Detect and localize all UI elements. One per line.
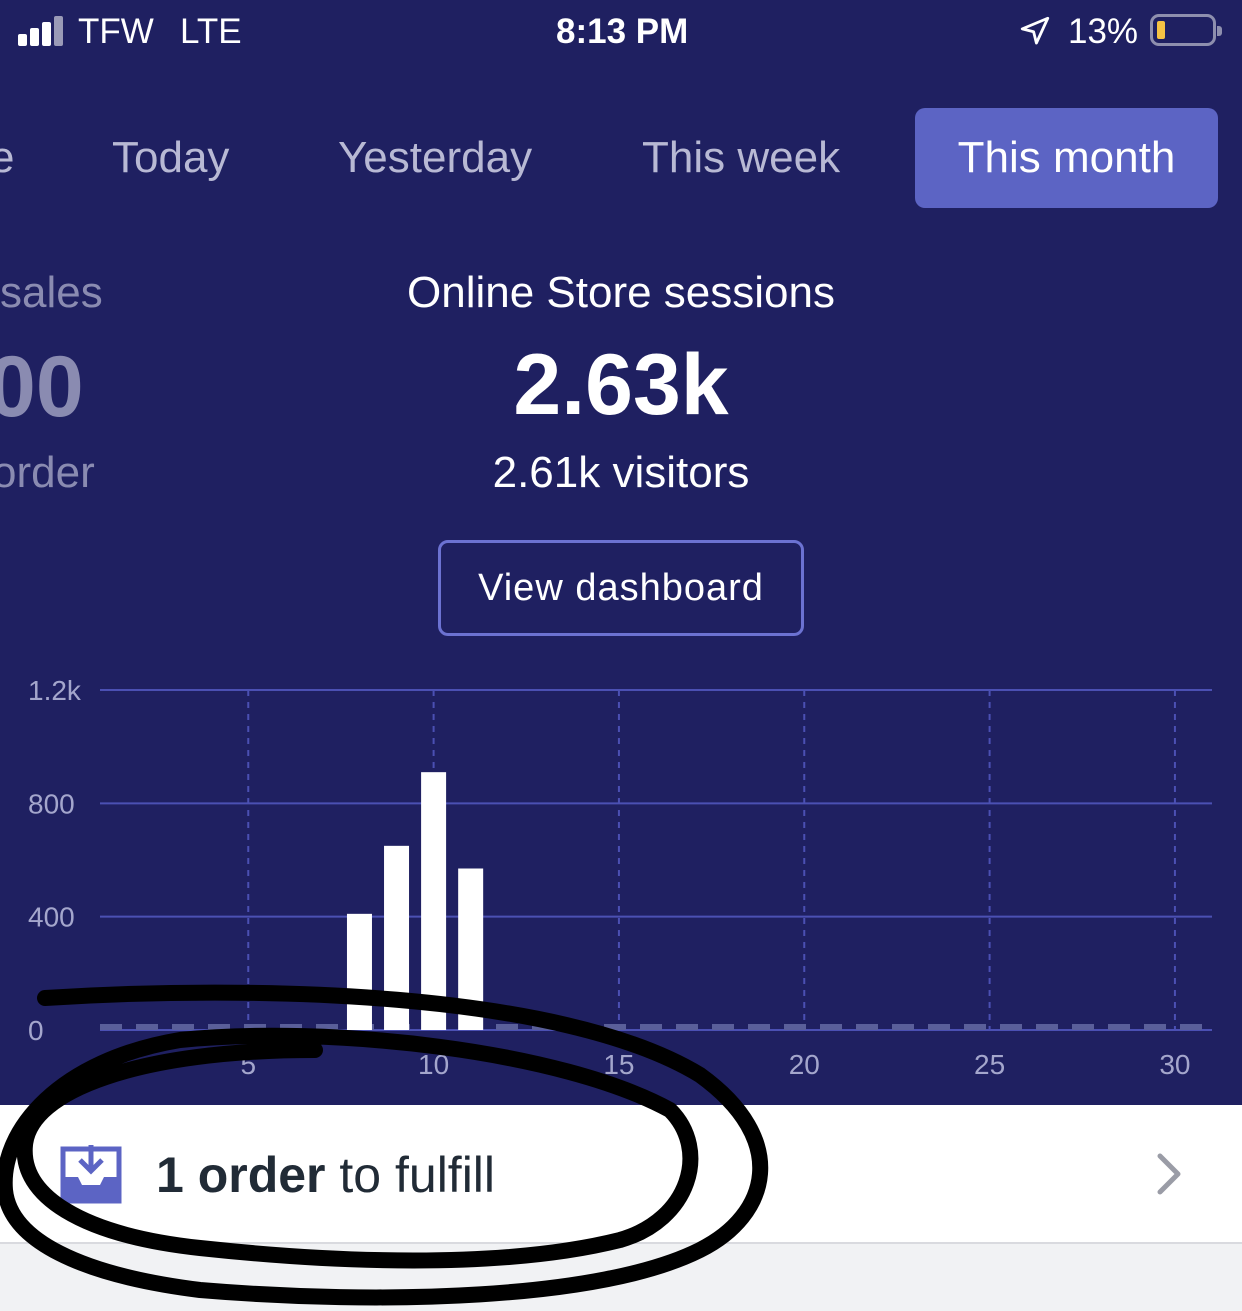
inbox-download-icon	[60, 1145, 122, 1204]
sessions-chart: 0 400 800 1.2k 5 10 15 20 25 30	[28, 675, 1212, 1080]
battery-icon	[1150, 14, 1222, 46]
y-tick-label: 400	[28, 902, 75, 933]
chart-bar	[421, 772, 447, 1030]
x-tick-label: 30	[1159, 1049, 1190, 1080]
chart-bar	[346, 913, 372, 1030]
chart-bar	[458, 868, 484, 1030]
network-type: LTE	[180, 12, 242, 51]
battery-percent: 13%	[1068, 12, 1139, 51]
y-tick-label: 800	[28, 788, 75, 819]
tab-this-week[interactable]: This week	[642, 108, 840, 208]
view-dashboard-button[interactable]: View dashboard	[438, 540, 804, 636]
tab-this-month[interactable]: This month	[915, 108, 1218, 208]
status-bar: TFW LTE 8:13 PM 13%	[0, 0, 1242, 64]
signal-icon	[18, 14, 66, 46]
chart-bar	[384, 845, 410, 1030]
x-tick-label: 10	[418, 1049, 449, 1080]
fulfill-suffix: to fulfill	[325, 1147, 496, 1203]
x-tick-label: 20	[789, 1049, 820, 1080]
sales-subtitle: order	[0, 448, 95, 497]
sales-title: sales	[0, 268, 103, 317]
tab-partial[interactable]: e	[0, 108, 14, 208]
fulfill-text: 1 order to fulfill	[156, 1146, 495, 1204]
tab-yesterday[interactable]: Yesterday	[338, 108, 532, 208]
sessions-visitors: 2.61k visitors	[492, 448, 750, 497]
chevron-right-icon[interactable]	[1150, 1150, 1190, 1198]
y-tick-label: 1.2k	[28, 675, 82, 706]
analytics-panel: TFW LTE 8:13 PM 13% e Today Yesterday Th…	[0, 0, 1242, 1105]
sales-value: 00	[0, 339, 84, 435]
x-tick-label: 5	[240, 1049, 256, 1080]
carrier-name: TFW	[78, 12, 154, 51]
location-arrow-icon	[1020, 16, 1050, 45]
x-tick-label: 15	[603, 1049, 634, 1080]
x-tick-label: 25	[974, 1049, 1005, 1080]
y-tick-label: 0	[28, 1015, 44, 1046]
sessions-title: Online Store sessions	[407, 268, 835, 317]
sessions-value: 2.63k	[513, 337, 729, 433]
fulfill-count: 1 order	[156, 1147, 326, 1203]
clock: 8:13 PM	[556, 12, 689, 51]
tab-today[interactable]: Today	[112, 108, 229, 208]
